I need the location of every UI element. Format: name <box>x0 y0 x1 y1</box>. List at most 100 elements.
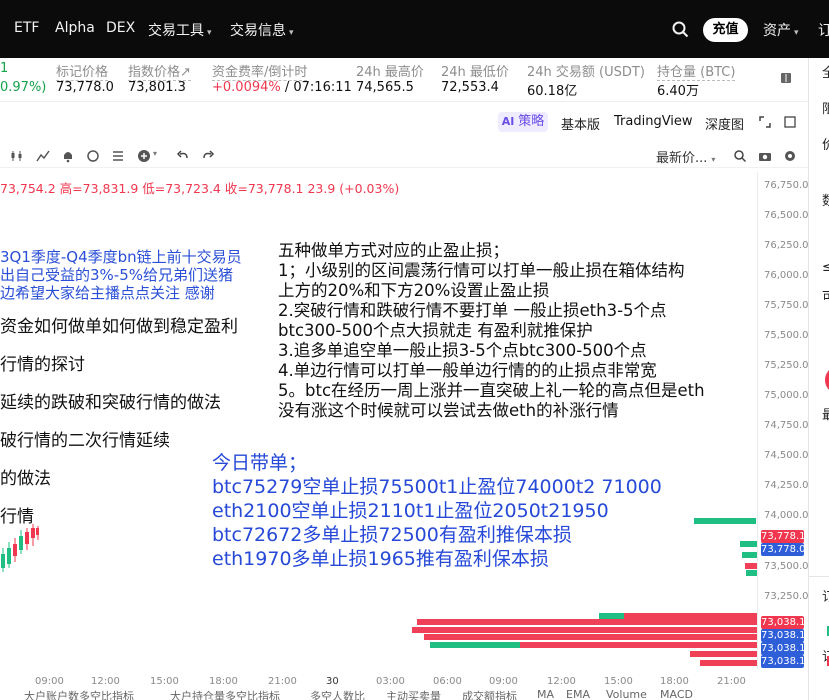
nav-assets[interactable]: 资产 ▾ <box>763 20 799 40</box>
candlestick-cluster <box>1 524 39 572</box>
sell-button[interactable] <box>825 366 829 394</box>
nav-alpha[interactable]: Alpha <box>55 20 95 36</box>
note-line: 没有涨这个时候就可以尝试去做eth的补涨行情 <box>278 401 619 420</box>
replay-icon[interactable] <box>86 149 100 163</box>
depth-bar <box>690 651 757 657</box>
depth-bar <box>746 570 757 576</box>
indicator-tab[interactable]: EMA <box>566 690 590 700</box>
chart-tools-toolbar: ▾ 最新价... ▾ <box>0 142 808 168</box>
deposit-button[interactable]: 充值 <box>703 18 748 42</box>
high-24h-label: 24h 最高价 <box>356 65 424 80</box>
latest-price-select[interactable]: 最新价... ▾ <box>656 147 715 166</box>
overlay-line: 行情的探讨 <box>0 355 85 375</box>
indicator-icon[interactable] <box>36 149 50 163</box>
candles-icon[interactable] <box>10 149 24 163</box>
nav-trade-info[interactable]: 交易信息 ▾ <box>230 20 294 40</box>
nav-dex[interactable]: DEX <box>106 20 135 36</box>
price-axis[interactable]: 76,750.0 76,500.0 76,250.0 76,000.0 75,7… <box>757 172 809 668</box>
notes-block: 五种做单方式对应的止盈止损； 1；小级别的区间震荡行情可以打单一般止损在箱体结构… <box>278 241 705 421</box>
depth-bar <box>694 518 756 524</box>
note-line: 5。btc在经历一周上涨并一直突破上礼一轮的高点但是eth <box>278 381 705 400</box>
window-icon[interactable] <box>784 116 796 128</box>
indicator-tab[interactable]: Volume <box>606 690 647 700</box>
price-tick: 75,250.0 <box>764 360 809 371</box>
order-price-tag: 73,038.1 <box>761 655 806 668</box>
price-tick: 76,000.0 <box>764 270 809 281</box>
menu-icon[interactable] <box>111 149 125 163</box>
today-line: btc72672多单止损72500有盈利推保本损 <box>212 524 572 546</box>
price-tick: 75,500.0 <box>764 330 809 341</box>
camera-icon[interactable] <box>758 149 772 163</box>
price-tick: 74,250.0 <box>764 480 809 491</box>
price-tick: 73,250.0 <box>764 591 809 602</box>
overlay-line: 资金如何做单如何做到稳定盈利 <box>0 317 238 337</box>
order-price-tag: 73,038.1 <box>761 629 806 642</box>
order-price-tag: 73,038.1 <box>761 642 806 655</box>
chevron-down-icon[interactable]: ▾ <box>153 149 157 158</box>
mark-price-tag: 73,778.0 <box>761 543 806 556</box>
tab-depth-chart[interactable]: 深度图 <box>705 114 744 133</box>
expand-icon[interactable] <box>759 116 771 128</box>
indicator-tab[interactable]: 多空人数比 <box>310 690 365 700</box>
note-line: 五种做单方式对应的止盈止损； <box>278 241 509 260</box>
funding-rate-label[interactable]: 资金费率/倒计时 <box>212 61 308 81</box>
nav-orders[interactable]: 订 <box>818 20 829 40</box>
indicator-tab[interactable]: MACD <box>660 690 693 700</box>
time-tick: 15:00 <box>150 676 179 687</box>
price-tick: 76,250.0 <box>764 240 809 251</box>
search-icon[interactable] <box>733 149 747 163</box>
time-tick: 12:00 <box>547 676 576 687</box>
indicator-tab[interactable]: 大户持仓量多空比指标 <box>170 690 280 700</box>
order-price-tag: 73,038.1 <box>761 616 806 629</box>
depth-bar <box>417 619 757 625</box>
last-price-tag: 73,778.1 <box>761 530 806 543</box>
latest-price-label: 最新价... <box>656 151 708 166</box>
add-circle-icon[interactable] <box>137 149 151 163</box>
chevron-down-icon: ▾ <box>289 28 294 38</box>
time-tick: 06:00 <box>433 676 462 687</box>
order-panel-char: 限 <box>822 102 829 117</box>
price-tick: 74,750.0 <box>764 420 809 431</box>
low-24h-value: 72,553.4 <box>441 80 499 95</box>
depth-bar <box>412 627 757 633</box>
depth-bar <box>520 642 757 648</box>
depth-bar <box>700 660 757 666</box>
chevron-down-icon: ▾ <box>794 28 799 38</box>
nav-trade-tools[interactable]: 交易工具 ▾ <box>148 20 212 40</box>
note-line: 3.追多单追空单一般止损3-5个点btc300-500个点 <box>278 341 647 360</box>
time-tick: 12:00 <box>91 676 120 687</box>
depth-bar <box>430 642 520 648</box>
bell-icon[interactable] <box>61 149 75 163</box>
order-panel-char: 可 <box>822 290 829 305</box>
indicator-tab[interactable]: 成交额指标 <box>462 690 517 700</box>
ticker-bar: 1 0.97%) 标记价格 73,778.0 指数价格↗ 73,801.3 资金… <box>0 58 808 102</box>
nav-etf[interactable]: ETF <box>14 20 39 36</box>
undo-icon[interactable] <box>176 149 190 163</box>
indicator-tab[interactable]: MA <box>537 690 554 700</box>
today-line: btc75279空单止损75500t1止盈位74000t2 71000 <box>212 476 662 498</box>
tab-tradingview[interactable]: TradingView <box>614 114 693 129</box>
index-price-label[interactable]: 指数价格↗ <box>128 61 191 81</box>
price-tick: 73,500.0 <box>764 561 809 572</box>
note-line: btc300-500个点大损就走 有盈利就推保护 <box>278 321 593 340</box>
open-interest-label[interactable]: 持仓量 (BTC) <box>657 61 736 81</box>
search-icon[interactable] <box>672 21 689 38</box>
indicator-tab[interactable]: 主动买卖量 <box>386 690 441 700</box>
order-panel: 全 限 价 数 ≤ 可 最 订 订 <box>808 58 829 700</box>
overlay-line: 行情 <box>0 507 34 527</box>
overlay-line: 的做法 <box>0 469 51 489</box>
book-icon[interactable] <box>780 72 792 84</box>
time-tick: 21:00 <box>717 676 746 687</box>
ai-icon: AI <box>501 115 519 128</box>
time-tick: 18:00 <box>660 676 689 687</box>
redo-icon[interactable] <box>201 149 215 163</box>
gear-icon[interactable] <box>783 149 797 163</box>
strategy-button[interactable]: AI 策略 <box>498 112 548 132</box>
indicator-tab[interactable]: 大户账户数多空比指标 <box>24 690 134 700</box>
tab-basic[interactable]: 基本版 <box>561 114 600 133</box>
pair-change: 0.97%) <box>0 80 47 95</box>
mark-price-label[interactable]: 标记价格 <box>56 61 109 81</box>
overlay-line: 破行情的二次行情延续 <box>0 431 170 451</box>
time-axis[interactable]: 09:00 12:00 15:00 18:00 21:00 30 03:00 0… <box>0 676 757 690</box>
today-line: eth1970多单止损1965推有盈利保本损 <box>212 548 549 570</box>
